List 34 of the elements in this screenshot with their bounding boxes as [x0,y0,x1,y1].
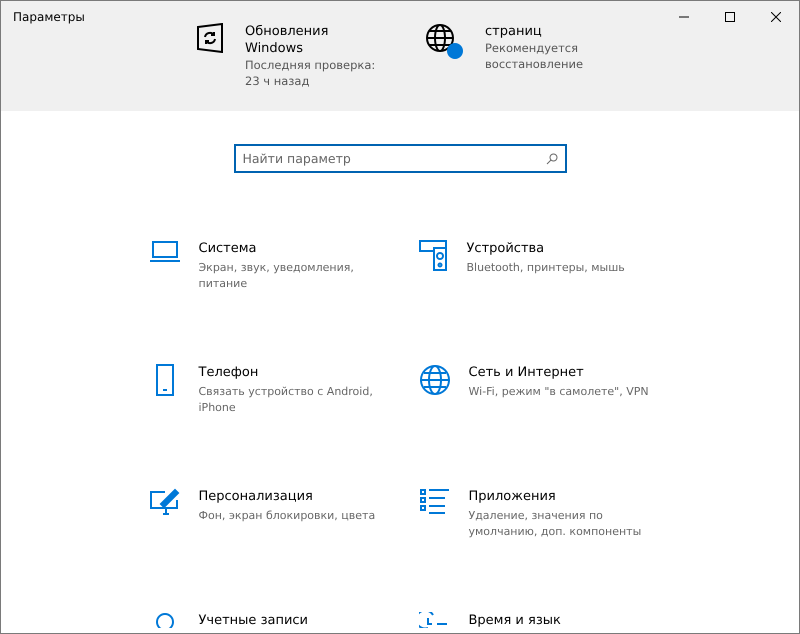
category-description: Связать устройство с Android, iPhone [198,384,374,416]
category-description: Bluetooth, принтеры, мышь [466,260,626,276]
globe-icon [418,364,450,396]
category-link[interactable]: Система [198,240,398,258]
category-link[interactable]: Сеть и Интернет [468,364,668,382]
banner-status: Последняя проверка: [245,57,376,73]
laptop-icon [148,240,180,264]
category-link[interactable]: Телефон [198,364,398,382]
globe-dot-icon [425,23,465,61]
paint-monitor-icon [148,488,180,516]
search-field[interactable]: Найти параметр [234,144,566,173]
category-link[interactable]: Устройства [466,240,666,258]
refresh-icon [195,23,225,53]
category-description: Фон, экран блокировки, цвета [198,508,376,524]
category-link[interactable]: Приложения [468,488,668,506]
category-description: Экран, звук, уведомления, питание [198,260,355,292]
maximize-icon [725,12,735,22]
keyboard-speaker-icon [418,240,448,272]
banner-title[interactable]: Обновления [245,23,376,40]
category-link[interactable]: Персонализация [198,488,398,506]
category-description: Wi-Fi, режим "в самолете", VPN [468,384,650,400]
banner-status: восстановление [485,56,584,72]
close-icon [771,12,781,22]
banner-status: Рекомендуется [485,40,580,56]
category-link[interactable]: Учетные записи [198,612,308,630]
banner-status: 23 ч назад [245,73,310,89]
search-icon [546,153,558,165]
list-icon [418,488,450,516]
phone-icon [154,364,174,396]
banner-title[interactable]: Windows [245,40,376,57]
window-title: Параметры [13,10,86,24]
category-description: Удаление, значения по умолчанию, доп. компоненты [468,508,642,540]
banner-title[interactable]: страниц [485,23,584,40]
category-link[interactable]: Время и язык [468,612,561,630]
